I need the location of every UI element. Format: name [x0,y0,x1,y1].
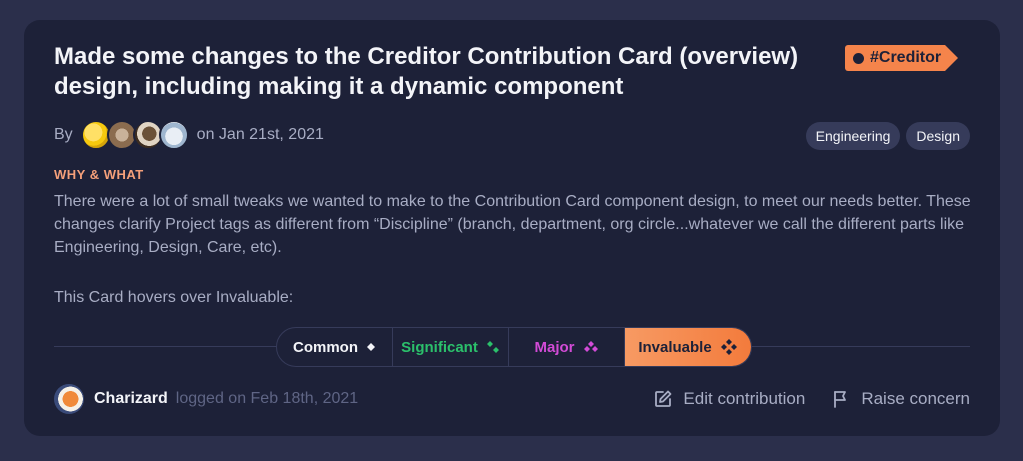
tier-common[interactable]: Common [277,328,393,366]
tag-dot-icon [853,52,864,64]
tier-significant[interactable]: Significant [393,328,509,366]
edit-icon [655,390,672,407]
post-date: on Jan 21st, 2021 [196,126,324,143]
tier-selector: Common Significant Major Invaluable [276,327,752,367]
double-diamond-icon [486,341,499,353]
flag-icon [834,391,847,408]
quad-diamond-icon [720,339,737,355]
raise-concern-button[interactable]: Raise concern [831,389,970,409]
category-pill-design[interactable]: Design [906,122,970,150]
tag-arrow-icon [945,45,959,71]
contributor-avatars [80,120,189,150]
tier-label: Invaluable [638,338,712,356]
hover-text: This Card hovers over Invaluable: [54,289,294,306]
description: There were a lot of small tweaks we want… [54,193,971,256]
avatar[interactable] [158,120,189,150]
logged-date: logged on Feb 18th, 2021 [175,390,359,407]
by-label: By [54,126,73,143]
edit-contribution-button[interactable]: Edit contribution [653,389,805,409]
project-tag-label: #Creditor [870,49,942,66]
tier-invaluable[interactable]: Invaluable [625,328,751,366]
raise-concern-label: Raise concern [861,389,970,408]
tier-label: Major [534,338,575,356]
logger-name[interactable]: Charizard [94,390,168,408]
tier-label: Common [293,338,358,356]
project-tag[interactable]: #Creditor [845,44,959,72]
category-pills: Engineering Design [805,122,970,150]
section-label: WHY & WHAT [54,167,144,182]
card-footer: Charizard logged on Feb 18th, 2021 [54,383,358,415]
avatar[interactable] [54,384,84,414]
tier-major[interactable]: Major [509,328,625,366]
card-title: Made some changes to the Creditor Contri… [54,43,799,100]
card-actions: Edit contribution Raise concern [653,383,970,415]
tier-label: Significant [401,338,478,356]
triple-diamond-icon [583,341,598,352]
byline: By on Jan 21st, 2021 [54,120,324,150]
contribution-card: Made some changes to the Creditor Contri… [24,20,1000,436]
diamond-icon [367,343,375,351]
category-pill-engineering[interactable]: Engineering [805,122,901,150]
edit-contribution-label: Edit contribution [683,389,806,408]
